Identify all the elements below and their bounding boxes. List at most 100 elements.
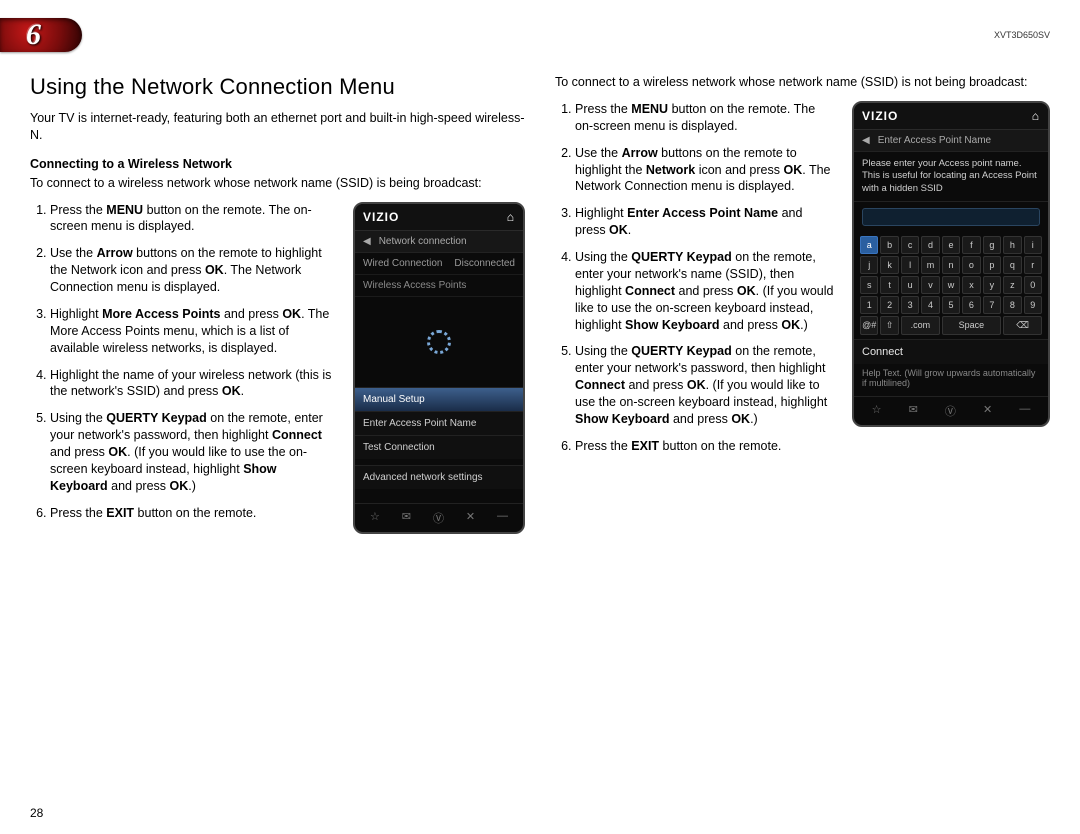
mail-icon: ✉ xyxy=(909,403,918,419)
step: Highlight the name of your wireless netw… xyxy=(50,367,337,401)
key: d xyxy=(921,236,939,254)
keyboard-input xyxy=(862,208,1040,226)
key: j xyxy=(860,256,878,274)
key: m xyxy=(921,256,939,274)
model-number: XVT3D650SV xyxy=(994,30,1050,40)
section-title: Using the Network Connection Menu xyxy=(30,74,525,100)
help-text: Help Text. (Will grow upwards automatica… xyxy=(854,364,1048,396)
tv-menu-screenshot: VIZIO ⌂ ◀ Network connection Wired Conne… xyxy=(353,202,525,534)
chapter-number: 6 xyxy=(26,18,41,52)
step: Press the EXIT button on the remote. xyxy=(50,505,337,522)
subhead: Connecting to a Wireless Network xyxy=(30,156,525,173)
key: 9 xyxy=(1024,296,1042,314)
key: h xyxy=(1003,236,1021,254)
step: Press the MENU button on the remote. The… xyxy=(575,101,836,135)
step: Press the MENU button on the remote. The… xyxy=(50,202,337,236)
steps-list-right: Press the MENU button on the remote. The… xyxy=(555,101,836,465)
key: r xyxy=(1024,256,1042,274)
step: Highlight More Access Points and press O… xyxy=(50,306,337,357)
loading-spinner-icon xyxy=(427,330,451,354)
key: s xyxy=(860,276,878,294)
intro-text: Your TV is internet-ready, featuring bot… xyxy=(30,110,525,144)
key: o xyxy=(962,256,980,274)
key: u xyxy=(901,276,919,294)
key: x xyxy=(962,276,980,294)
chapter-badge: 6 xyxy=(0,18,82,52)
crumb-label: Enter Access Point Name xyxy=(878,135,991,146)
step: Using the QUERTY Keypad on the remote, e… xyxy=(575,343,836,427)
right-column: To connect to a wireless network whose n… xyxy=(555,74,1050,794)
key: v xyxy=(921,276,939,294)
home-icon: ⌂ xyxy=(1032,109,1040,123)
step: Press the EXIT button on the remote. xyxy=(575,438,836,455)
key: p xyxy=(983,256,1001,274)
key: y xyxy=(983,276,1001,294)
key-space: Space xyxy=(942,316,1001,335)
key: b xyxy=(880,236,898,254)
step: Use the Arrow buttons on the remote to h… xyxy=(575,145,836,196)
keyboard-grid: a b c d e f g h i j k l m n o p q xyxy=(854,232,1048,339)
connect-label: Connect xyxy=(854,339,1048,364)
key: a xyxy=(860,236,878,254)
mail-icon: ✉ xyxy=(402,510,411,526)
v-icon: Ⓥ xyxy=(433,510,444,526)
key: w xyxy=(942,276,960,294)
menu-item: Manual Setup xyxy=(355,387,523,411)
key: e xyxy=(942,236,960,254)
key: 2 xyxy=(880,296,898,314)
step: Highlight Enter Access Point Name and pr… xyxy=(575,205,836,239)
menu-item: Test Connection xyxy=(355,435,523,459)
key: q xyxy=(1003,256,1021,274)
wap-label: Wireless Access Points xyxy=(363,280,466,291)
menu-item: Advanced network settings xyxy=(355,465,523,489)
key: 8 xyxy=(1003,296,1021,314)
key: g xyxy=(983,236,1001,254)
key: l xyxy=(901,256,919,274)
tv-brand: VIZIO xyxy=(862,109,898,123)
key-symbols: @# xyxy=(860,316,878,335)
key: 6 xyxy=(962,296,980,314)
key: k xyxy=(880,256,898,274)
v-icon: Ⓥ xyxy=(945,403,956,419)
star-icon: ☆ xyxy=(370,510,380,526)
key: 0 xyxy=(1024,276,1042,294)
key: c xyxy=(901,236,919,254)
left-column: Using the Network Connection Menu Your T… xyxy=(30,74,525,794)
key-shift: ⇧ xyxy=(880,316,898,335)
lead-text: To connect to a wireless network whose n… xyxy=(30,175,525,192)
key: f xyxy=(962,236,980,254)
steps-list-left: Press the MENU button on the remote. The… xyxy=(30,202,337,532)
page-number: 28 xyxy=(30,806,43,820)
back-icon: ◀ xyxy=(363,236,371,247)
tv-keyboard-screenshot: VIZIO ⌂ ◀ Enter Access Point Name Please… xyxy=(852,101,1050,427)
dash-icon: — xyxy=(497,510,508,526)
tv-footer-icons: ☆ ✉ Ⓥ ✕ — xyxy=(355,503,523,532)
home-icon: ⌂ xyxy=(507,210,515,224)
tv-brand: VIZIO xyxy=(363,210,399,224)
key: 3 xyxy=(901,296,919,314)
star-icon: ☆ xyxy=(872,403,882,419)
key: 5 xyxy=(942,296,960,314)
dash-icon: — xyxy=(1019,403,1030,419)
key-backspace: ⌫ xyxy=(1003,316,1042,335)
key: 7 xyxy=(983,296,1001,314)
wired-status: Disconnected xyxy=(454,258,515,269)
back-icon: ◀ xyxy=(862,135,870,146)
tv-footer-icons: ☆ ✉ Ⓥ ✕ — xyxy=(854,396,1048,425)
lead-text-right: To connect to a wireless network whose n… xyxy=(555,74,1050,91)
keyboard-note: Please enter your Access point name. Thi… xyxy=(854,152,1048,202)
close-icon: ✕ xyxy=(983,403,992,419)
key: i xyxy=(1024,236,1042,254)
wired-label: Wired Connection xyxy=(363,258,442,269)
key: z xyxy=(1003,276,1021,294)
key: 4 xyxy=(921,296,939,314)
key: t xyxy=(880,276,898,294)
key: n xyxy=(942,256,960,274)
step: Use the Arrow buttons on the remote to h… xyxy=(50,245,337,296)
crumb-label: Network connection xyxy=(379,236,467,247)
step: Using the QUERTY Keypad on the remote, e… xyxy=(575,249,836,333)
key-dotcom: .com xyxy=(901,316,940,335)
key: 1 xyxy=(860,296,878,314)
step: Using the QUERTY Keypad on the remote, e… xyxy=(50,410,337,494)
close-icon: ✕ xyxy=(466,510,475,526)
